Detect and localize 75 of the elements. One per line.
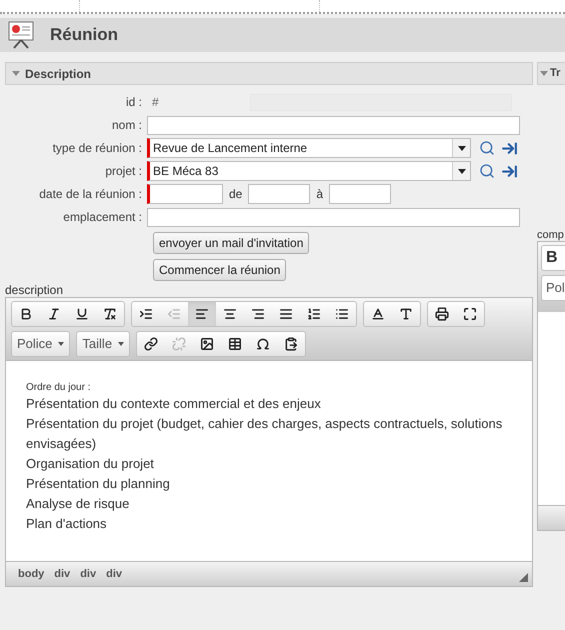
align-center-icon (223, 307, 237, 321)
omega-icon (256, 337, 270, 351)
agenda-line: Organisation du projet (26, 455, 155, 473)
collapse-icon (12, 71, 20, 76)
field-label: emplacement : (62, 209, 143, 226)
element-path-link[interactable]: div (54, 566, 70, 582)
panel-header[interactable]: Description (5, 62, 533, 85)
field-label: comp (537, 229, 565, 241)
field-label: type de réunion : (52, 140, 143, 157)
to-label: à (316, 186, 324, 203)
from-label: de (229, 186, 242, 203)
font-dropdown[interactable]: Pol (541, 275, 565, 301)
field-value: # (151, 94, 160, 111)
field-label: date de la réunion : (38, 186, 143, 203)
action-button[interactable]: Commencer la réunion (153, 259, 286, 281)
outdent-icon (167, 307, 181, 321)
caret-icon (452, 139, 470, 157)
indent-icon (139, 307, 153, 321)
printer-icon (435, 307, 449, 321)
align-left-icon (195, 307, 209, 321)
table-icon (228, 337, 242, 351)
agenda-line: Plan d'actions (26, 515, 108, 533)
clear-format-icon (103, 307, 117, 321)
agenda-heading: Ordre du jour : (26, 381, 92, 394)
letter-icon (399, 307, 413, 321)
font-dropdown[interactable]: Police (12, 332, 70, 356)
time-field[interactable] (329, 184, 392, 204)
select-field[interactable]: Revue de Lancement interne (147, 138, 471, 158)
panel-title: Description (25, 66, 92, 82)
font-dropdown[interactable]: Taille (77, 332, 130, 356)
underline-icon (75, 307, 89, 321)
action-button[interactable]: envoyer un mail d'invitation (153, 232, 310, 254)
image-icon (200, 337, 214, 351)
caret-icon (58, 342, 64, 346)
easel-icon (6, 20, 36, 50)
resize-handle-icon[interactable] (519, 573, 528, 582)
editor-label: description (5, 283, 64, 297)
field-label: id : (124, 94, 143, 111)
arrow-to-line-icon[interactable] (501, 140, 518, 156)
collapse-icon (540, 71, 548, 76)
agenda-line: Présentation du planning (26, 475, 171, 493)
caret-icon (452, 162, 470, 180)
numbered-list-icon (307, 307, 321, 321)
panel-header[interactable]: Tr (537, 62, 565, 85)
agenda-line: Présentation du projet (budget, cahier des charges, aspects contractuels, solutions envisagées) (26, 415, 504, 453)
arrow-to-line-icon[interactable] (501, 162, 518, 180)
caret-icon (118, 342, 124, 346)
page-title: Réunion (50, 24, 118, 46)
align-right-icon (251, 307, 265, 321)
text-field[interactable] (147, 116, 520, 134)
text-field[interactable] (147, 208, 520, 226)
text-color-icon (371, 307, 385, 321)
select-field[interactable]: BE Méca 83 (147, 161, 471, 181)
panel-title: Tr (550, 66, 560, 82)
agenda-line: Présentation du contexte commercial et des enjeux (26, 395, 322, 413)
justify-icon (279, 307, 293, 321)
field-label: nom : (110, 117, 143, 134)
field-label: projet : (104, 163, 143, 180)
element-path-link[interactable]: div (106, 566, 122, 582)
search-icon[interactable] (479, 163, 495, 179)
search-icon[interactable] (479, 140, 495, 156)
unlink-icon (172, 337, 186, 351)
clipboard-icon (284, 337, 298, 351)
toolbar-button[interactable] (188, 302, 216, 326)
bullet-list-icon (335, 307, 349, 321)
italic-icon (47, 307, 61, 321)
maximize-icon (463, 307, 477, 321)
toolbar-button[interactable]: B (541, 245, 565, 271)
date-field[interactable] (147, 184, 223, 204)
bold-icon (19, 307, 33, 321)
link-icon (144, 337, 158, 351)
agenda-line: Analyse de risque (26, 495, 130, 513)
element-path-link[interactable]: body (18, 566, 44, 582)
time-field[interactable] (248, 184, 310, 204)
element-path-link[interactable]: div (80, 566, 96, 582)
